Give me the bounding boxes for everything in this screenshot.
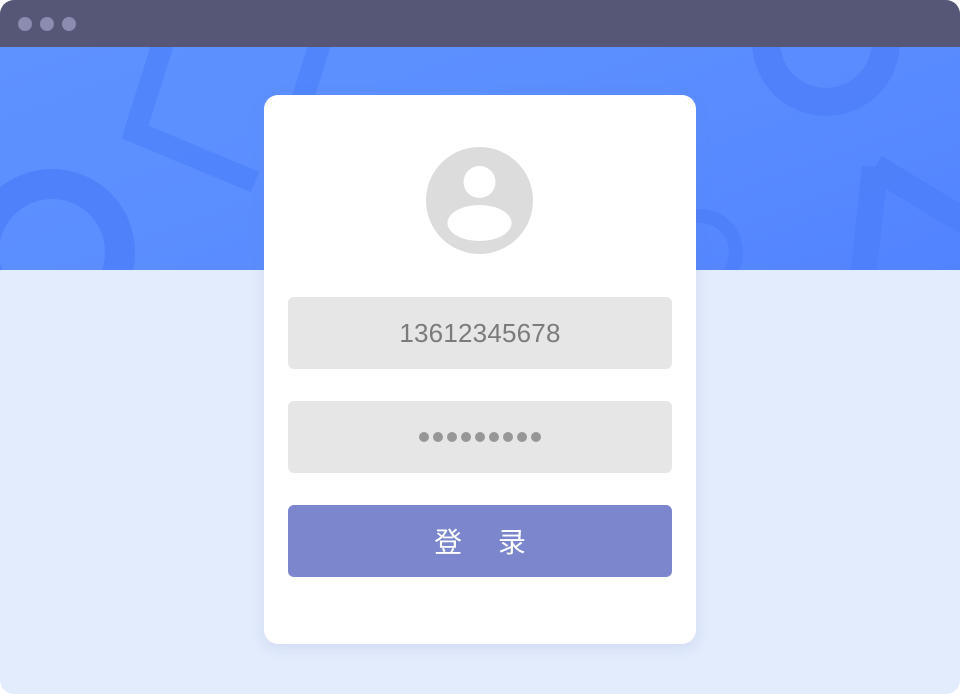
password-mask-dot xyxy=(419,432,429,442)
password-mask-dot xyxy=(489,432,499,442)
password-mask-dot xyxy=(531,432,541,442)
user-avatar-icon xyxy=(426,147,533,254)
password-mask-dot xyxy=(447,432,457,442)
password-mask-dot xyxy=(517,432,527,442)
password-mask-dot xyxy=(475,432,485,442)
password-input[interactable] xyxy=(288,401,672,473)
login-button[interactable]: 登 录 xyxy=(288,505,672,577)
password-mask-dot xyxy=(503,432,513,442)
window-titlebar xyxy=(0,0,960,47)
window-dot-3[interactable] xyxy=(62,17,76,31)
phone-value: 13612345678 xyxy=(399,317,561,348)
browser-window: 13612345678 登 录 xyxy=(0,0,960,694)
password-mask-dot xyxy=(433,432,443,442)
password-mask xyxy=(419,432,541,442)
login-card: 13612345678 登 录 xyxy=(264,95,696,644)
window-dot-1[interactable] xyxy=(18,17,32,31)
window-dot-2[interactable] xyxy=(40,17,54,31)
phone-input[interactable]: 13612345678 xyxy=(288,297,672,369)
password-mask-dot xyxy=(461,432,471,442)
